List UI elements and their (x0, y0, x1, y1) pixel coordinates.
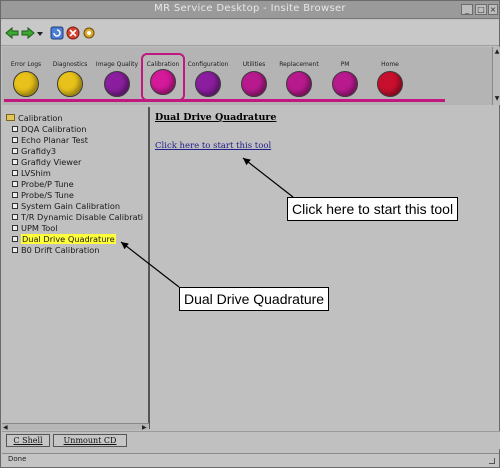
title-bar[interactable]: MR Service Desktop - Insite Browser _ □ … (1, 1, 499, 19)
tree-item-label: System Gain Calibration (21, 201, 121, 211)
error-logs-icon (13, 71, 39, 97)
status-text: Done (8, 455, 27, 463)
document-icon (12, 224, 18, 231)
minimize-icon[interactable]: _ (461, 4, 473, 15)
bottom-button-bar: C Shell Unmount CD (2, 431, 500, 449)
scroll-down-icon[interactable]: ▼ (493, 95, 500, 103)
tree-item-label: Grafidy Viewer (21, 157, 82, 167)
home-icon (377, 71, 403, 97)
document-icon (12, 235, 18, 242)
tree-item[interactable]: Probe/P Tune (12, 179, 74, 190)
diagnostics-icon (57, 71, 83, 97)
document-icon (12, 191, 18, 198)
tab-label: Image Quality (95, 61, 139, 68)
back-icon[interactable] (5, 26, 19, 40)
history-dropdown-icon[interactable] (36, 26, 44, 40)
tool-tree: Calibration DQA Calibration Echo Planar … (2, 107, 150, 429)
tree-root-label: Calibration (18, 113, 63, 123)
tree-item[interactable]: B0 Drift Calibration (12, 245, 99, 256)
scroll-left-icon[interactable]: ◀ (3, 424, 8, 431)
tab-underline (4, 99, 445, 102)
tree-item-label: B0 Drift Calibration (21, 245, 100, 255)
tree-item[interactable]: UPM Tool (12, 223, 58, 234)
maximize-icon[interactable]: □ (475, 4, 487, 15)
tab-label: Configuration (187, 61, 229, 68)
close-icon[interactable]: × (488, 4, 498, 15)
tree-item[interactable]: DQA Calibration (12, 124, 87, 135)
c-shell-button[interactable]: C Shell (6, 434, 50, 447)
tab-calibration[interactable]: Calibration (141, 53, 185, 101)
service-tab-bar: Error Logs Diagnostics Image Quality Cal… (2, 47, 492, 105)
home-nav-icon[interactable] (82, 26, 96, 40)
stop-icon[interactable] (66, 26, 80, 40)
document-icon (12, 246, 18, 253)
window-title: MR Service Desktop - Insite Browser (154, 3, 346, 14)
forward-icon[interactable] (21, 26, 35, 40)
tree-item[interactable]: T/R Dynamic Disable Calibrati (12, 212, 143, 223)
tree-item-label: T/R Dynamic Disable Calibrati (21, 212, 144, 222)
browser-window: MR Service Desktop - Insite Browser _ □ … (0, 0, 500, 468)
tab-label: Replacement (279, 61, 319, 68)
tab-label: Utilities (242, 61, 266, 68)
scroll-right-icon[interactable]: ▶ (142, 424, 147, 431)
tree-item[interactable]: Grafidy3 (12, 146, 56, 157)
vertical-scrollbar[interactable]: ▲ ▼ (492, 47, 500, 105)
tree-item-label: Probe/P Tune (21, 179, 74, 189)
tab-label: Home (381, 61, 399, 68)
tab-label: Calibration (146, 61, 180, 68)
tree-item-label: UPM Tool (21, 223, 58, 233)
calibration-icon (150, 69, 176, 95)
tree-root[interactable]: Calibration (6, 113, 63, 124)
dual-drive-callout: Dual Drive Quadrature (179, 287, 330, 311)
tree-item[interactable]: Probe/S Tune (12, 190, 74, 201)
tree-item[interactable]: Grafidy Viewer (12, 157, 81, 168)
utilities-icon (241, 71, 267, 97)
pm-icon (332, 71, 358, 97)
document-icon (12, 158, 18, 165)
document-icon (12, 125, 18, 132)
tree-item-label: DQA Calibration (21, 124, 87, 134)
tree-item[interactable]: LVShim (12, 168, 51, 179)
replacement-icon (286, 71, 312, 97)
tree-horizontal-scrollbar[interactable]: ◀ ▶ (2, 423, 149, 431)
reload-icon[interactable] (50, 26, 64, 40)
tree-item-label: Grafidy3 (21, 146, 57, 156)
document-icon (12, 169, 18, 176)
image-quality-icon (104, 71, 130, 97)
document-icon (12, 202, 18, 209)
document-icon (12, 213, 18, 220)
tree-item[interactable]: System Gain Calibration (12, 201, 120, 212)
tree-item-label: LVShim (21, 168, 51, 178)
status-bar: Done (2, 453, 499, 467)
document-icon (12, 147, 18, 154)
page-title: Dual Drive Quadrature (155, 112, 277, 123)
tab-label: Error Logs (10, 61, 42, 68)
tab-label: PM (340, 61, 350, 68)
configuration-icon (195, 71, 221, 97)
tree-item-label: Dual Drive Quadrature (21, 234, 116, 244)
tree-item[interactable]: Echo Planar Test (12, 135, 88, 146)
tree-item-selected[interactable]: Dual Drive Quadrature (12, 234, 116, 245)
start-tool-callout: Click here to start this tool (287, 197, 459, 221)
navigation-toolbar (1, 20, 499, 46)
resize-grip-icon[interactable] (489, 458, 495, 464)
tree-item-label: Echo Planar Test (21, 135, 89, 145)
tab-label: Diagnostics (52, 61, 88, 68)
unmount-cd-button[interactable]: Unmount CD (53, 434, 127, 447)
tree-item-label: Probe/S Tune (21, 190, 74, 200)
document-icon (12, 180, 18, 187)
document-icon (12, 136, 18, 143)
folder-icon (6, 114, 15, 121)
scroll-up-icon[interactable]: ▲ (493, 48, 500, 56)
content-pane: Dual Drive Quadrature Click here to star… (152, 107, 499, 429)
start-tool-link[interactable]: Click here to start this tool (155, 141, 271, 151)
